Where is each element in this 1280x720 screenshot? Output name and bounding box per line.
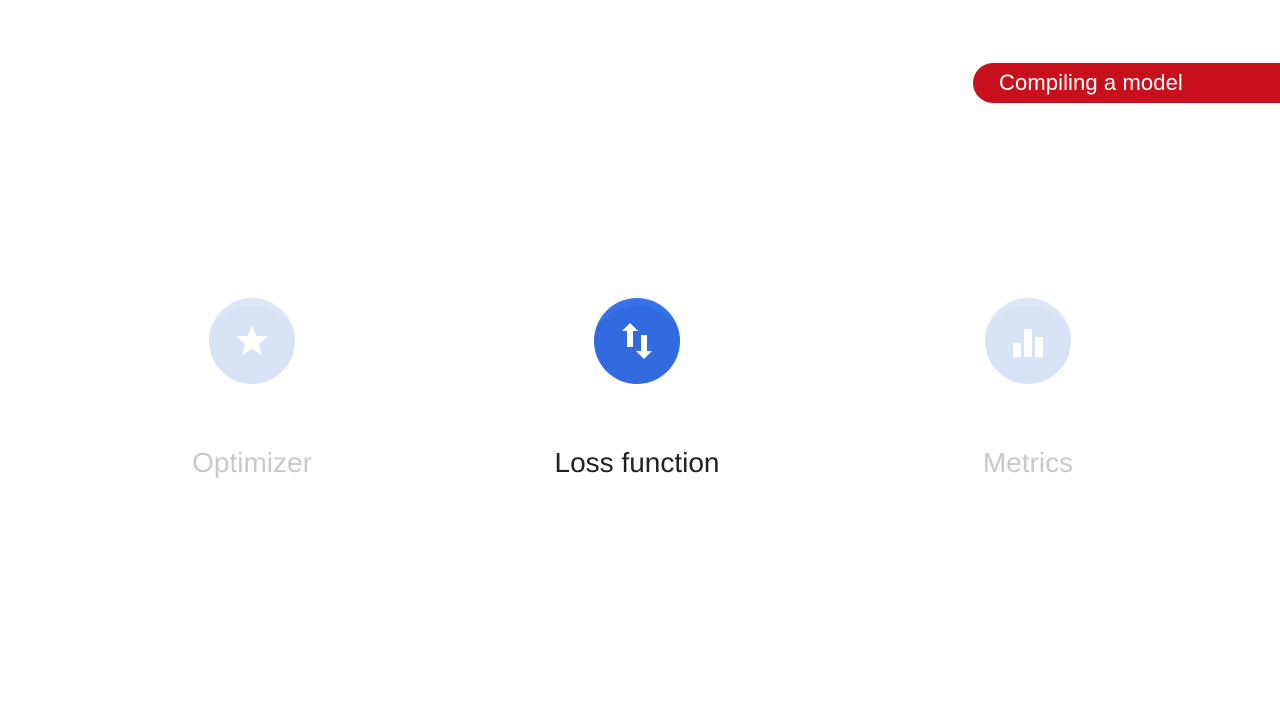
bar-chart-icon — [1013, 329, 1043, 357]
step-optimizer-circle — [209, 298, 295, 384]
step-loss-function-label: Loss function — [554, 447, 720, 478]
title-tag-label: Compiling a model — [999, 70, 1183, 95]
step-optimizer: Optimizer — [102, 298, 402, 480]
step-metrics-label: Metrics — [982, 447, 1074, 478]
step-metrics-circle — [985, 298, 1071, 384]
step-metrics: Metrics — [878, 298, 1178, 480]
step-optimizer-label: Optimizer — [192, 447, 312, 478]
step-loss-function: Loss function — [487, 298, 787, 480]
title-tag: Compiling a model — [973, 63, 1280, 103]
step-loss-function-circle — [594, 298, 680, 384]
swap-vertical-icon — [622, 323, 652, 359]
star-icon — [236, 325, 268, 355]
